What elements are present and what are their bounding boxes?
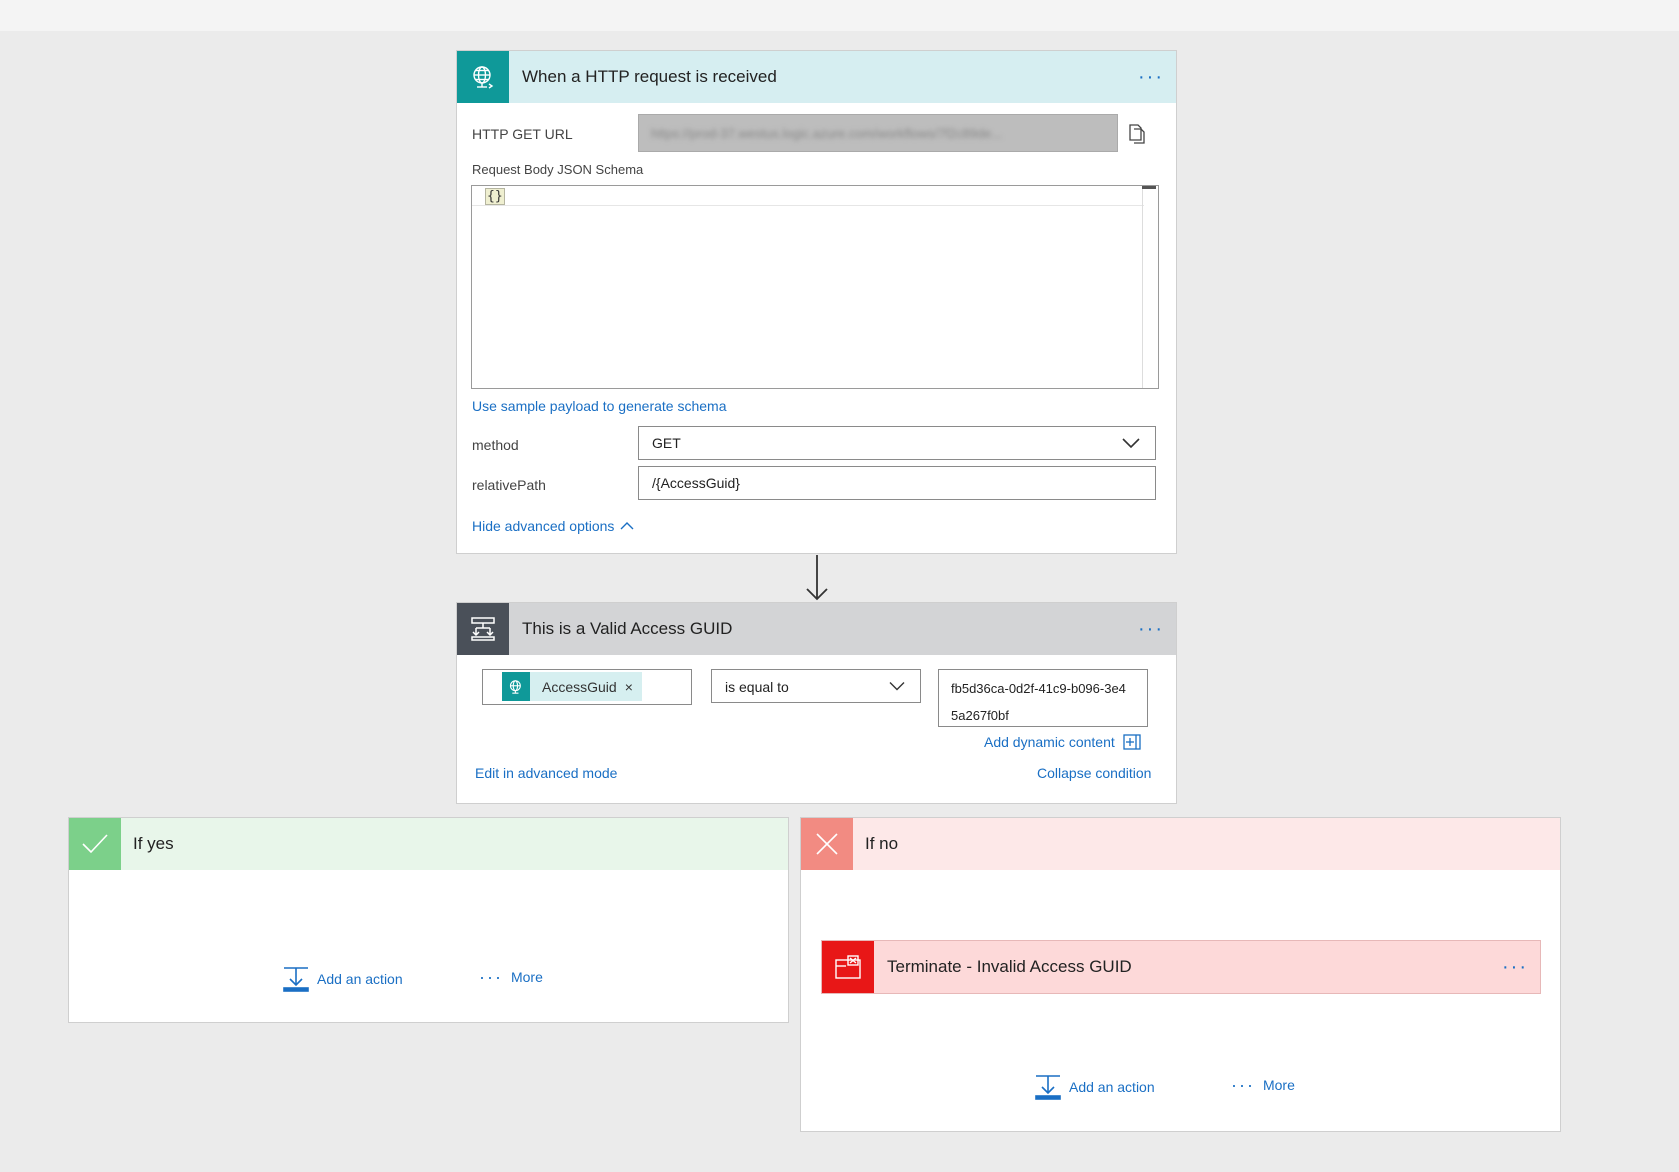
condition-header[interactable]: This is a Valid Access GUID ··· bbox=[457, 603, 1176, 655]
ellipsis-icon: ··· bbox=[479, 967, 503, 987]
operator-select[interactable]: is equal to bbox=[711, 669, 921, 703]
relative-path-label: relativePath bbox=[472, 477, 546, 493]
branch-if-no: If no Terminate - Invalid Access GUID ··… bbox=[800, 817, 1561, 1132]
ellipsis-icon: ··· bbox=[1231, 1075, 1255, 1095]
branch-if-yes: If yes Add an action ··· More bbox=[68, 817, 789, 1023]
http-get-url-field[interactable]: https://prod-37.westus.logic.azure.com/w… bbox=[638, 114, 1118, 152]
add-dynamic-content-link[interactable]: Add dynamic content bbox=[984, 734, 1141, 750]
branch-if-no-title: If no bbox=[865, 834, 899, 853]
add-dynamic-content-icon bbox=[1123, 734, 1141, 750]
method-select[interactable]: GET bbox=[638, 426, 1156, 460]
terminate-action-card[interactable]: Terminate - Invalid Access GUID ··· bbox=[821, 940, 1541, 994]
hide-advanced-options-link[interactable]: Hide advanced options bbox=[472, 518, 635, 534]
more-button[interactable]: ··· More bbox=[1231, 1076, 1295, 1094]
chevron-up-icon bbox=[620, 522, 634, 530]
edit-advanced-mode-link[interactable]: Edit in advanced mode bbox=[475, 765, 617, 781]
collapse-condition-link[interactable]: Collapse condition bbox=[1037, 765, 1151, 781]
hide-advanced-options-label: Hide advanced options bbox=[472, 518, 615, 534]
trigger-header[interactable]: When a HTTP request is received ··· bbox=[457, 51, 1176, 103]
chevron-down-icon bbox=[1121, 435, 1141, 456]
condition-left-operand[interactable]: AccessGuid × bbox=[482, 669, 692, 705]
check-icon bbox=[69, 818, 121, 870]
terminate-icon bbox=[822, 941, 874, 993]
operator-value: is equal to bbox=[725, 679, 789, 695]
branch-if-yes-title: If yes bbox=[133, 834, 174, 853]
close-icon bbox=[801, 818, 853, 870]
branch-if-yes-header[interactable]: If yes bbox=[69, 818, 788, 870]
copy-url-icon[interactable] bbox=[1125, 121, 1149, 145]
more-label: More bbox=[510, 969, 543, 985]
top-bar bbox=[0, 0, 1679, 31]
schema-value: {} bbox=[485, 188, 505, 205]
http-get-url-value: https://prod-37.westus.logic.azure.com/w… bbox=[651, 126, 1003, 141]
branch-if-no-header[interactable]: If no bbox=[801, 818, 1560, 870]
schema-scrollbar[interactable] bbox=[1142, 186, 1158, 388]
schema-current-line bbox=[472, 186, 1144, 206]
chevron-down-icon bbox=[888, 679, 906, 698]
terminate-title: Terminate - Invalid Access GUID bbox=[887, 957, 1132, 976]
method-label: method bbox=[472, 437, 519, 453]
relative-path-value: /{AccessGuid} bbox=[652, 475, 740, 491]
http-globe-icon bbox=[502, 672, 530, 701]
more-button[interactable]: ··· More bbox=[479, 968, 543, 986]
schema-editor[interactable]: {} bbox=[471, 185, 1159, 389]
add-action-button[interactable]: Add an action bbox=[1035, 1074, 1155, 1100]
remove-token-button[interactable]: × bbox=[625, 679, 633, 695]
more-label: More bbox=[1262, 1077, 1295, 1093]
method-value: GET bbox=[652, 435, 681, 451]
add-action-icon bbox=[1035, 1075, 1061, 1100]
http-globe-icon bbox=[457, 51, 509, 103]
compare-value-input[interactable]: fb5d36ca-0d2f-41c9-b096-3e45a267f0bf bbox=[938, 669, 1148, 727]
add-action-icon bbox=[283, 967, 309, 992]
schema-label: Request Body JSON Schema bbox=[472, 162, 644, 177]
relative-path-input[interactable]: /{AccessGuid} bbox=[638, 466, 1156, 500]
add-action-label: Add an action bbox=[317, 971, 403, 987]
terminate-more-button[interactable]: ··· bbox=[1490, 957, 1540, 977]
compare-value: fb5d36ca-0d2f-41c9-b096-3e45a267f0bf bbox=[951, 681, 1126, 723]
http-get-url-label: HTTP GET URL bbox=[472, 126, 573, 142]
add-action-button[interactable]: Add an action bbox=[283, 966, 403, 992]
trigger-more-button[interactable]: ··· bbox=[1126, 67, 1176, 87]
condition-card: This is a Valid Access GUID ··· AccessGu… bbox=[456, 602, 1177, 804]
condition-title: This is a Valid Access GUID bbox=[522, 619, 733, 638]
access-guid-token[interactable]: AccessGuid × bbox=[502, 672, 642, 701]
schema-scrollbar-thumb[interactable] bbox=[1142, 186, 1156, 189]
add-dynamic-content-label: Add dynamic content bbox=[984, 734, 1115, 750]
trigger-title: When a HTTP request is received bbox=[522, 67, 777, 86]
sample-payload-link[interactable]: Use sample payload to generate schema bbox=[472, 398, 726, 414]
add-action-label: Add an action bbox=[1069, 1079, 1155, 1095]
flow-arrow-icon bbox=[805, 555, 829, 602]
condition-icon bbox=[457, 603, 509, 655]
condition-more-button[interactable]: ··· bbox=[1126, 619, 1176, 639]
trigger-card: When a HTTP request is received ··· HTTP… bbox=[456, 50, 1177, 554]
access-guid-token-label: AccessGuid bbox=[542, 678, 617, 695]
